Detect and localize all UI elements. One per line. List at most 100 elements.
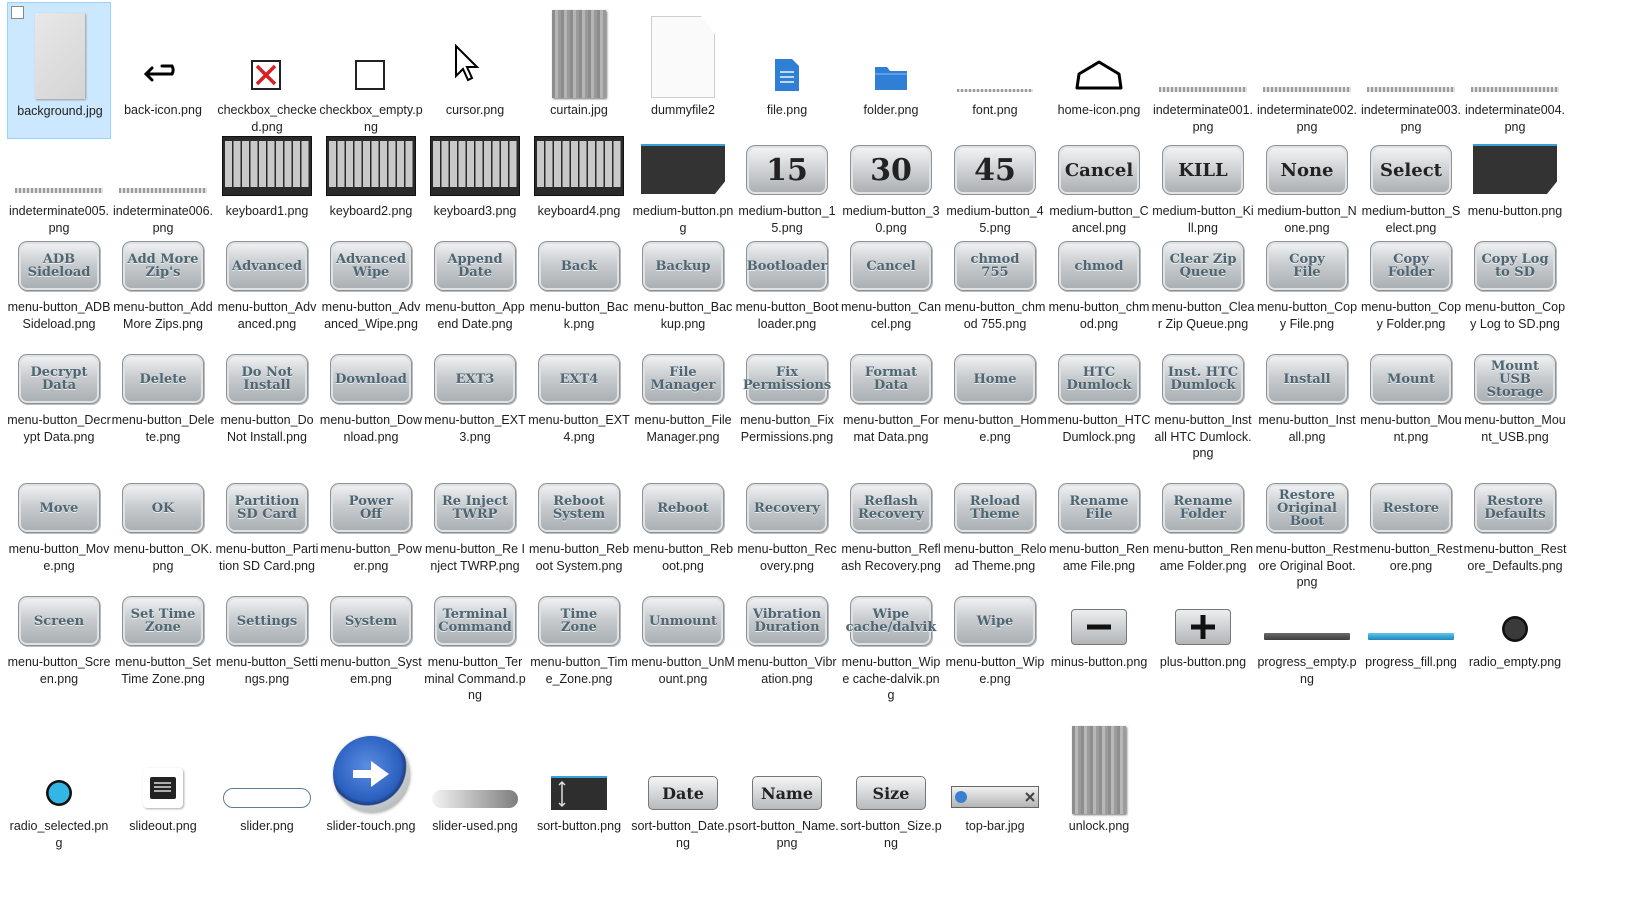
file-thumbnail [111,718,215,814]
menu-button-preview: Vibration Duration [746,596,828,646]
file-item[interactable]: Mount menu-button_Mount.png [1359,312,1463,449]
file-thumbnail: None [1255,103,1359,199]
file-name-label: unlock.png [1068,819,1130,833]
file-thumbnail: chmod [1047,199,1151,295]
menu-button-preview: Format Data [850,354,932,404]
keyboard-preview [326,136,416,196]
file-name-label: menu-button_Wipe cache-dalvik.png [841,655,941,702]
file-thumbnail: 30 [839,103,943,199]
indeterminate-bar-preview [1263,87,1351,92]
file-item[interactable]: progress_fill.png [1359,554,1463,691]
file-item[interactable]: slider.png [215,718,319,839]
file-name-label: radio_empty.png [1468,655,1562,669]
file-item[interactable]: slider-used.png [423,718,527,855]
file-item[interactable]: Download menu-button_Download.png [319,312,423,449]
menu-button-preview: Install [1266,354,1348,404]
file-thumbnail: Restore [1359,441,1463,537]
file-item[interactable]: minus-button.png [1047,554,1151,691]
file-thumbnail [527,103,631,199]
file-item[interactable]: System menu-button_System.png [319,554,423,691]
file-thumbnail: Recovery [735,441,839,537]
progress-fill-bar [1368,633,1454,640]
menu-button-preview: Restore [1370,483,1452,533]
file-name-label: menu-button_Time_Zone.png [530,655,628,686]
menu-button-preview: Wipe [954,596,1036,646]
file-item[interactable]: progress_empty.png [1255,554,1359,691]
slider-used-preview [432,790,518,808]
file-name-label: slider.png [240,819,294,833]
file-item[interactable]: Time Zone menu-button_Time_Zone.png [527,554,631,691]
indeterminate-bar-preview [1367,87,1455,92]
menu-button-preview: Unmount [642,596,724,646]
menu-button-preview: Recovery [746,483,828,533]
file-item[interactable]: Vibration Duration menu-button_Vibration.… [735,554,839,691]
cursor-icon [450,44,500,94]
file-thumbnail: Do Not Install [215,312,319,408]
file-item[interactable]: Unmount menu-button_UnMount.png [631,554,735,691]
file-thumbnail [1047,718,1151,814]
file-name-label: menu-button_Screen.png [7,655,111,686]
file-item[interactable]: Set Time Zone menu-button_Set Time Zone.p… [111,554,215,708]
file-thumbnail [1359,2,1463,98]
file-item[interactable]: Name sort-button_Name.png [735,718,839,855]
file-item[interactable]: plus-button.png [1151,554,1255,691]
menu-button-preview: Back [538,241,620,291]
file-item[interactable]: Settings menu-button_Settings.png [215,554,319,691]
file-thumbnail: Advanced Wipe [319,199,423,295]
file-item[interactable]: Wipe cache/dalvik menu-button_Wipe cache-… [839,554,943,708]
file-thumbnail: Append Date [423,199,527,295]
file-item[interactable]: Screen menu-button_Screen.png [7,554,111,691]
file-thumbnail: Vibration Duration [735,554,839,650]
file-thumbnail [1047,2,1151,98]
file-item[interactable]: EXT4 menu-button_EXT4.png [527,312,631,449]
file-item[interactable]: Date sort-button_Date.png [631,718,735,855]
menu-button-preview: Bootloader [746,241,828,291]
file-item[interactable]: Home menu-button_Home.png [943,312,1047,449]
menu-button-preview: Reboot System [538,483,620,533]
file-thumbnail: Restore Defaults [1463,441,1567,537]
file-name-label: sort-button.png [536,819,622,833]
file-item[interactable]: Wipe menu-button_Wipe.png [943,554,1047,691]
file-thumbnail: Time Zone [527,554,631,650]
top-bar-glyphs-icon [955,791,1035,803]
file-item[interactable]: Terminal Command menu-button_Terminal Com… [423,554,527,708]
indeterminate-bar-preview [15,188,103,193]
file-thumbnail [111,2,215,98]
menu-button-preview: Cancel [850,241,932,291]
file-item[interactable]: radio_selected.png [7,718,111,855]
medium-button-preview: None [1266,145,1348,195]
file-name-label: menu-button_Settings.png [215,655,319,686]
file-name-label: slider-touch.png [326,819,416,833]
menu-button-preview: Advanced Wipe [330,241,412,291]
file-item[interactable]: Install menu-button_Install.png [1255,312,1359,449]
file-thumbnail: EXT3 [423,312,527,408]
file-item[interactable]: Mount USB Storage menu-button_Mount_USB.p… [1463,312,1567,449]
file-item[interactable]: top-bar.jpg [943,718,1047,839]
minus-icon [1071,609,1127,645]
file-thumbnail [423,103,527,199]
file-thumbnail: Partition SD Card [215,441,319,537]
file-item[interactable]: unlock.png [1047,718,1151,839]
file-item[interactable]: radio_empty.png [1463,554,1567,691]
menu-button-preview: Backup [642,241,724,291]
sort-button-preview [551,776,607,810]
file-thumbnail: Mount [1359,312,1463,408]
file-item[interactable]: EXT3 menu-button_EXT3.png [423,312,527,449]
file-name-label: minus-button.png [1050,655,1148,669]
menu-button-preview: Partition SD Card [226,483,308,533]
dark-button-preview [641,144,725,194]
file-item[interactable]: Delete menu-button_Delete.png [111,312,215,449]
file-thumbnail [319,2,423,98]
menu-button-preview: Reflash Recovery [850,483,932,533]
file-item[interactable]: Size sort-button_Size.png [839,718,943,855]
file-thumbnail [1255,2,1359,98]
file-name-label: radio_selected.png [9,819,109,850]
file-item[interactable]: slider-touch.png [319,718,423,855]
file-item[interactable]: sort-button.png [527,718,631,855]
file-thumbnail [527,2,631,98]
file-thumbnail: Copy Log to SD [1463,199,1567,295]
checkbox-checked-icon [251,60,281,90]
slider-touch-icon [333,736,409,812]
file-thumbnail: Screen [7,554,111,650]
file-item[interactable]: slideout.png [111,718,215,839]
